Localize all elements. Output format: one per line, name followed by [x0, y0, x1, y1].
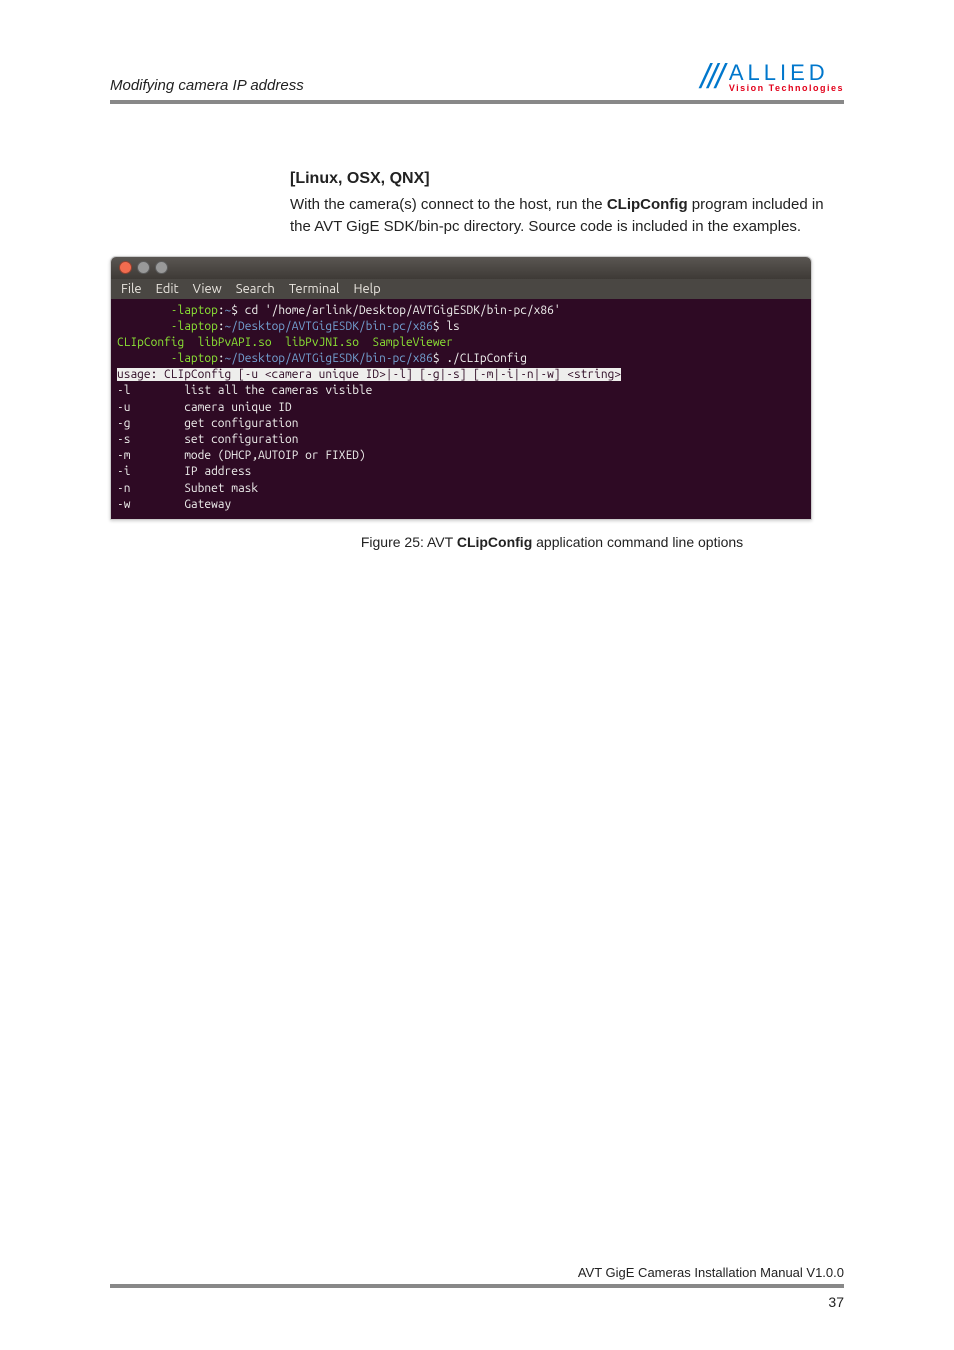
header-title: Modifying camera IP address	[110, 77, 304, 94]
menu-file[interactable]: File	[121, 282, 142, 296]
menu-help[interactable]: Help	[353, 282, 380, 296]
section-heading: [Linux, OSX, QNX]	[290, 170, 844, 188]
menu-search[interactable]: Search	[236, 282, 275, 296]
logo-text: ALLIED Vision Technologies	[729, 62, 844, 93]
terminal-output[interactable]: -laptop:~$ cd '/home/arlink/Desktop/AVTG…	[111, 299, 811, 519]
menu-view[interactable]: View	[193, 282, 222, 296]
footer: AVT GigE Cameras Installation Manual V1.…	[110, 1265, 844, 1310]
logo-bottom: Vision Technologies	[729, 84, 844, 93]
brand-logo: /// ALLIED Vision Technologies	[700, 60, 844, 94]
terminal-window: File Edit View Search Terminal Help -lap…	[110, 256, 812, 520]
page: Modifying camera IP address /// ALLIED V…	[0, 0, 954, 1350]
footer-divider	[110, 1284, 844, 1288]
figure-caption: Figure 25: AVT CLipConfig application co…	[260, 534, 844, 550]
menu-terminal[interactable]: Terminal	[289, 282, 340, 296]
header: Modifying camera IP address /// ALLIED V…	[110, 60, 844, 104]
caption-prefix: Figure 25: AVT	[361, 534, 457, 550]
minimize-icon[interactable]	[137, 261, 150, 274]
caption-bold: CLipConfig	[457, 534, 532, 550]
terminal-titlebar	[111, 257, 811, 279]
main-content: [Linux, OSX, QNX] With the camera(s) con…	[290, 170, 844, 550]
section-paragraph: With the camera(s) connect to the host, …	[290, 194, 844, 238]
close-icon[interactable]	[119, 261, 132, 274]
maximize-icon[interactable]	[155, 261, 168, 274]
caption-suffix: application command line options	[532, 534, 743, 550]
logo-top: ALLIED	[729, 62, 844, 84]
logo-slashes-icon: ///	[700, 60, 722, 94]
terminal-menubar: File Edit View Search Terminal Help	[111, 279, 811, 299]
page-number: 37	[110, 1294, 844, 1310]
menu-edit[interactable]: Edit	[156, 282, 179, 296]
paragraph-part1: With the camera(s) connect to the host, …	[290, 196, 607, 213]
paragraph-bold: CLipConfig	[607, 196, 688, 213]
footer-text: AVT GigE Cameras Installation Manual V1.…	[110, 1265, 844, 1280]
